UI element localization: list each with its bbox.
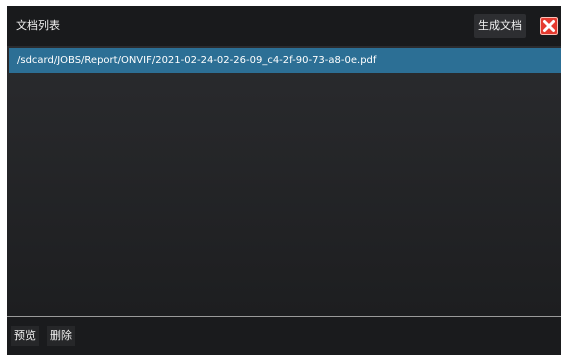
document-list-window: 文档列表 生成文档 /sdcard/JOBS/Report/ONVIF/2021… bbox=[7, 6, 561, 355]
close-button[interactable] bbox=[540, 17, 558, 35]
window-title: 文档列表 bbox=[16, 19, 60, 32]
footer-toolbar: 预览 删除 bbox=[7, 317, 561, 355]
preview-button[interactable]: 预览 bbox=[11, 326, 39, 346]
generate-document-button[interactable]: 生成文档 bbox=[474, 14, 526, 38]
close-x-icon bbox=[540, 17, 558, 35]
document-list[interactable]: /sdcard/JOBS/Report/ONVIF/2021-02-24-02-… bbox=[7, 46, 561, 316]
delete-button[interactable]: 删除 bbox=[47, 326, 75, 346]
title-bar: 文档列表 生成文档 bbox=[7, 6, 561, 46]
document-row-selected[interactable]: /sdcard/JOBS/Report/ONVIF/2021-02-24-02-… bbox=[9, 48, 561, 73]
